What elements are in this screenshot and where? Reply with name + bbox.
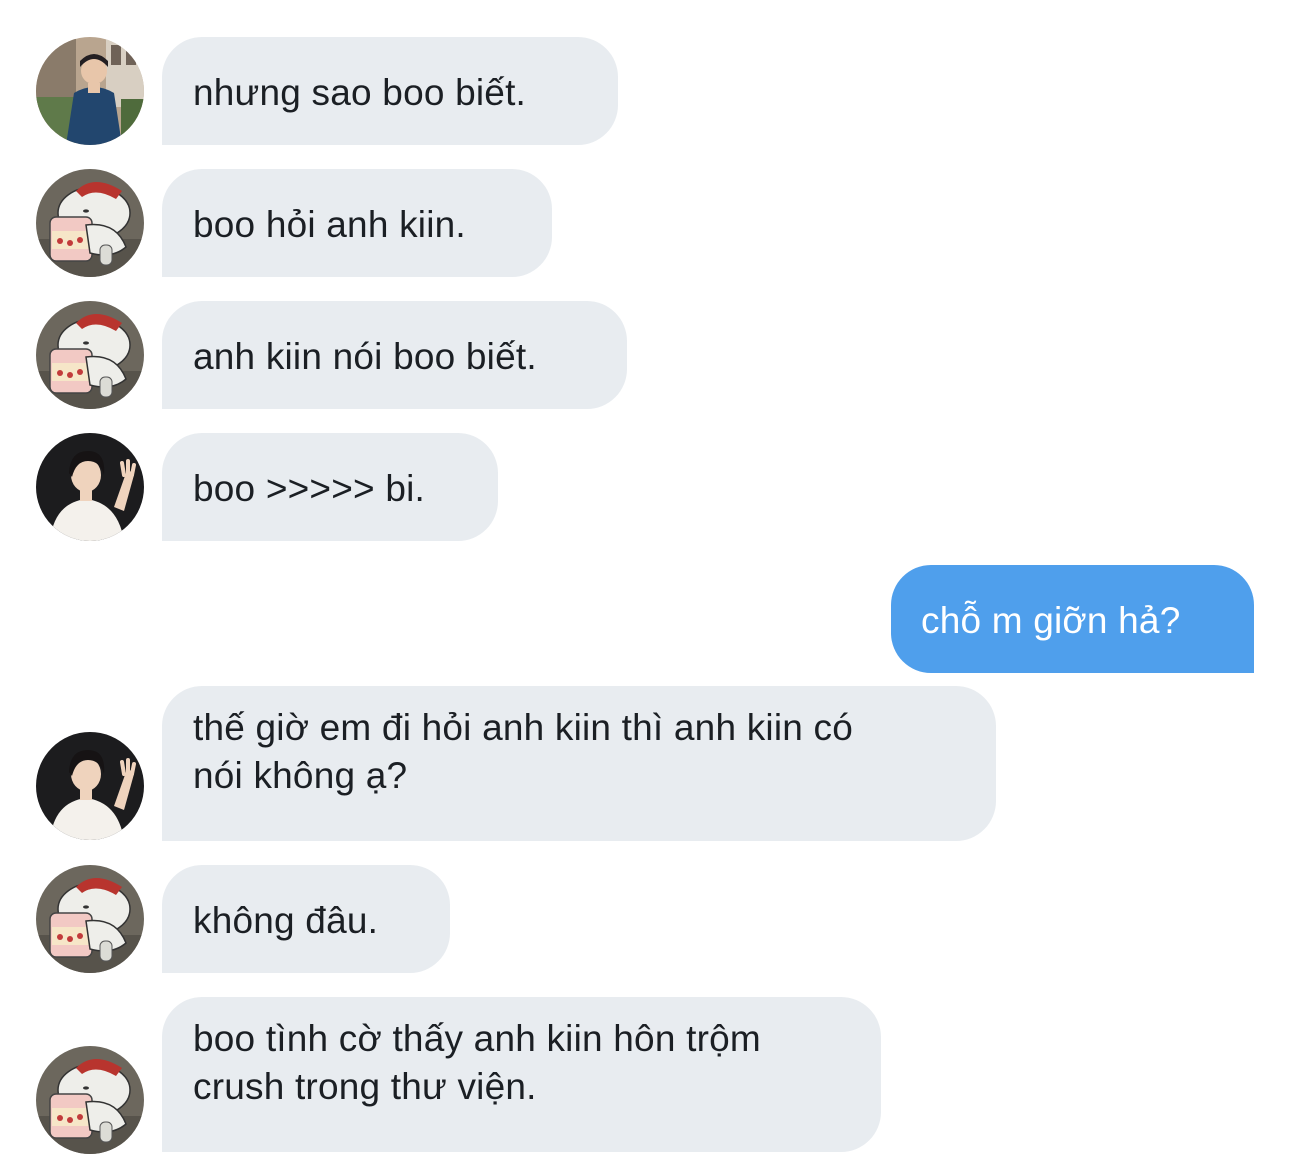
- photo-man-waving-avatar: [36, 433, 144, 541]
- cartoon-bear-icecream-avatar: [36, 1046, 144, 1154]
- message-text-line: thế giờ em đi hỏi anh kiin thì anh kiin …: [193, 707, 853, 748]
- message-text: nhưng sao boo biết.: [193, 72, 527, 113]
- avatar[interactable]: [36, 37, 144, 145]
- message-bubble-incoming[interactable]: boo hỏi anh kiin.: [162, 169, 552, 277]
- avatar[interactable]: [36, 301, 144, 409]
- message-text: chỗ m giỡn hả?: [921, 600, 1181, 641]
- photo-man-street-avatar: [36, 37, 144, 145]
- message-text-line: nói không ạ?: [193, 755, 408, 796]
- avatar[interactable]: [36, 433, 144, 541]
- cartoon-bear-icecream-avatar: [36, 865, 144, 973]
- message-bubble-incoming[interactable]: thế giờ em đi hỏi anh kiin thì anh kiin …: [162, 686, 996, 841]
- message-bubble-outgoing[interactable]: chỗ m giỡn hả?: [891, 565, 1254, 673]
- avatar[interactable]: [36, 732, 144, 840]
- avatar[interactable]: [36, 169, 144, 277]
- message-text-line: crush trong thư viện.: [193, 1066, 537, 1107]
- avatar[interactable]: [36, 865, 144, 973]
- message-bubble-incoming[interactable]: không đâu.: [162, 865, 450, 973]
- chat-thread: nhưng sao boo biết. boo hỏi anh kiin. an…: [0, 0, 1290, 1175]
- message-text: boo hỏi anh kiin.: [193, 204, 466, 245]
- message-text: boo >>>>> bi.: [193, 468, 426, 509]
- message-text: không đâu.: [193, 900, 379, 941]
- avatar[interactable]: [36, 1046, 144, 1154]
- cartoon-bear-icecream-avatar: [36, 301, 144, 409]
- cartoon-bear-icecream-avatar: [36, 169, 144, 277]
- message-bubble-incoming[interactable]: boo tình cờ thấy anh kiin hôn trộm crush…: [162, 997, 881, 1152]
- message-bubble-incoming[interactable]: anh kiin nói boo biết.: [162, 301, 627, 409]
- message-text-line: boo tình cờ thấy anh kiin hôn trộm: [193, 1018, 761, 1059]
- message-text: anh kiin nói boo biết.: [193, 336, 537, 377]
- message-bubble-incoming[interactable]: nhưng sao boo biết.: [162, 37, 618, 145]
- photo-man-waving-avatar: [36, 732, 144, 840]
- message-bubble-incoming[interactable]: boo >>>>> bi.: [162, 433, 498, 541]
